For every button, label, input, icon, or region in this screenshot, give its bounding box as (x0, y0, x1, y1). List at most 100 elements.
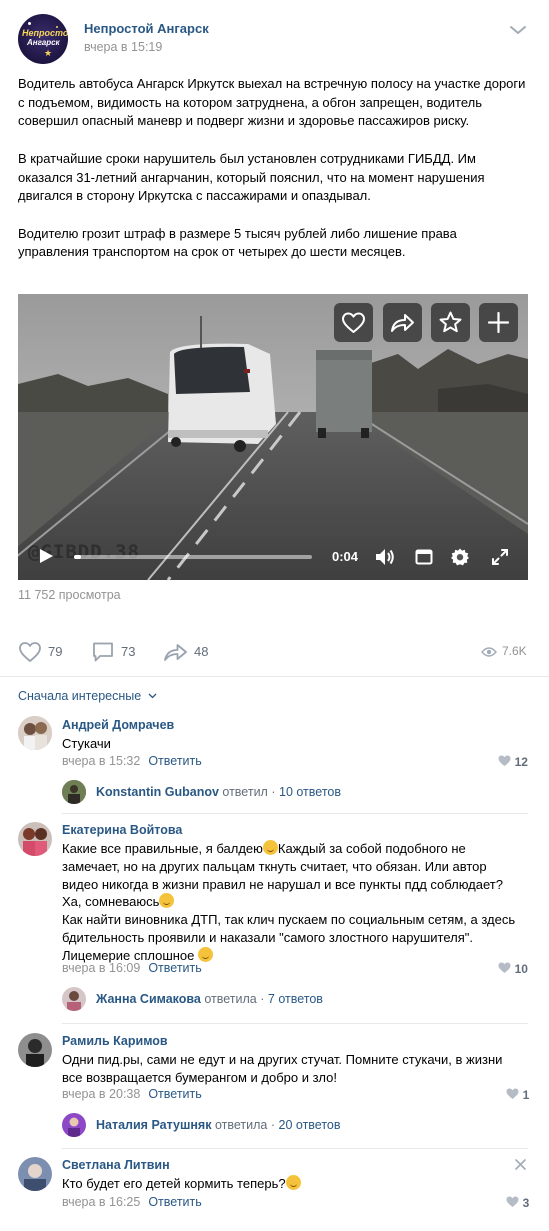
chevron-down-icon[interactable] (508, 22, 528, 38)
post-time[interactable]: вчера в 15:19 (84, 40, 162, 54)
video-progress-bar[interactable] (74, 555, 312, 559)
heart-outline-icon (19, 642, 41, 662)
share-button[interactable]: 48 (163, 640, 223, 664)
share-icon (391, 314, 414, 332)
reply-button[interactable]: Ответить (148, 961, 201, 975)
comment-like-button[interactable]: 10 (498, 961, 528, 976)
favorite-video-button[interactable] (431, 303, 470, 342)
divider (62, 813, 528, 814)
reply-button[interactable]: Ответить (148, 1195, 201, 1209)
post-text: Водитель автобуса Ангарск Иркутск выехал… (18, 75, 528, 281)
comment-text-line: Как найти виновника ДТП, так клич пускае… (62, 912, 516, 928)
close-icon[interactable] (515, 1159, 526, 1170)
avatar[interactable] (18, 1157, 52, 1191)
reply-author[interactable]: Жанна Симакова (96, 992, 201, 1006)
comment-like-button[interactable]: 1 (506, 1087, 529, 1102)
group-name-link[interactable]: Непростой Ангарск (84, 21, 209, 36)
reply-button[interactable]: Ответить (148, 1087, 201, 1101)
chevron-down-icon (148, 693, 157, 699)
comment-author[interactable]: Екатерина Войтова (62, 823, 182, 837)
volume-icon[interactable] (374, 547, 396, 567)
avatar-photo (62, 987, 86, 1011)
reply-action: ответила (214, 1118, 268, 1132)
comment-author[interactable]: Андрей Домрачев (62, 718, 174, 732)
comment-time[interactable]: вчера в 20:38 (62, 1087, 140, 1101)
comment-meta: вчера в 15:32 Ответить (62, 754, 202, 768)
video-player[interactable]: @GIBDD.38 0:04 (18, 294, 528, 580)
like-count: 79 (48, 644, 63, 659)
post-paragraph: В кратчайшие сроки нарушитель был устано… (18, 150, 485, 204)
divider (0, 676, 549, 677)
avatar[interactable] (62, 780, 86, 804)
comment-text-line: Одни пид.ры, сами не едут и на других ст… (62, 1052, 503, 1067)
reply-author[interactable]: Наталия Ратушняк (96, 1118, 211, 1132)
comment-text-line: Какие все правильные, я балдею (62, 841, 263, 856)
comment-like-button[interactable]: 3 (506, 1195, 529, 1210)
replies-summary[interactable]: Konstantin Gubanov ответил · 10 ответов (96, 785, 341, 799)
comment-text-line: видео никогда в жизни правил не нарушал … (62, 876, 503, 892)
comments-sort-dropdown[interactable]: Сначала интересные (18, 689, 157, 703)
comment-meta: вчера в 20:38 Ответить (62, 1087, 202, 1101)
comment-text: Одни пид.ры, сами не едут и на других ст… (62, 1051, 528, 1087)
replies-count-link[interactable]: 7 ответов (268, 992, 323, 1006)
replies-count-link[interactable]: 20 ответов (279, 1118, 341, 1132)
like-button[interactable]: 79 (18, 640, 78, 664)
comment-like-count: 1 (522, 1088, 530, 1102)
replies-summary[interactable]: Жанна Симакова ответила · 7 ответов (96, 992, 323, 1006)
comment-time[interactable]: вчера в 16:09 (62, 961, 140, 975)
share-count: 48 (194, 644, 209, 659)
divider (62, 1023, 528, 1024)
reply-author[interactable]: Konstantin Gubanov (96, 785, 219, 799)
settings-gear-icon[interactable] (450, 547, 470, 567)
avatar-photo (18, 822, 52, 856)
avatar-photo (18, 716, 52, 750)
grinning-emoji-icon (262, 840, 278, 855)
video-time: 0:04 (332, 549, 359, 564)
comment-text: Кто будет его детей кормить теперь? (62, 1175, 301, 1193)
star-icon (439, 311, 462, 333)
avatar[interactable] (18, 1033, 52, 1067)
avatar-photo (62, 1113, 86, 1137)
replies-count-link[interactable]: 10 ответов (279, 785, 341, 799)
reply-button[interactable]: Ответить (148, 754, 201, 768)
avatar[interactable] (62, 1113, 86, 1137)
replies-summary[interactable]: Наталия Ратушняк ответила · 20 ответов (96, 1118, 341, 1132)
share-video-button[interactable] (383, 303, 422, 342)
comment-meta: вчера в 16:25 Ответить (62, 1195, 202, 1209)
add-video-button[interactable] (479, 303, 518, 342)
avatar[interactable] (62, 987, 86, 1011)
video-views-count: 11 752 просмотра (18, 588, 121, 602)
miniplayer-icon[interactable] (415, 549, 433, 565)
comment-text: Стукачи (62, 736, 111, 751)
comment-text: Какие все правильные, я балдею Каждый за … (62, 840, 528, 965)
comment-icon (93, 642, 113, 662)
comment-author[interactable]: Светлана Литвин (62, 1158, 170, 1172)
comment-time[interactable]: вчера в 16:25 (62, 1195, 140, 1209)
views-count: 7.6K (502, 644, 527, 658)
comment-text-line: Каждый за собой подобного не (277, 841, 466, 856)
avatar-photo (18, 1033, 52, 1067)
plus-icon (487, 311, 510, 334)
comment-meta: вчера в 16:09 Ответить (62, 961, 202, 975)
comment-like-button[interactable]: 12 (498, 754, 528, 769)
play-icon[interactable] (38, 548, 54, 564)
fullscreen-icon[interactable] (491, 548, 509, 566)
avatar-photo (18, 1157, 52, 1191)
comment-button[interactable]: 73 (91, 640, 151, 664)
group-avatar[interactable]: Непростой Ангарск ★ (18, 14, 68, 64)
comment-author[interactable]: Рамиль Каримов (62, 1034, 168, 1048)
smirk-emoji-icon (159, 893, 175, 909)
heart-icon (506, 1196, 519, 1207)
like-video-button[interactable] (334, 303, 373, 342)
avatar[interactable] (18, 716, 52, 750)
share-arrow-icon (164, 644, 187, 661)
comment-text-line: Ха, сомневаюсь (62, 894, 160, 910)
comment-text-line: Кто будет его детей кормить теперь? (62, 1176, 286, 1191)
comments-sort-label: Сначала интересные (18, 689, 142, 703)
avatar[interactable] (18, 822, 52, 856)
comment-time[interactable]: вчера в 15:32 (62, 754, 140, 768)
heart-icon (498, 755, 511, 766)
reply-action: ответила (204, 992, 257, 1006)
reply-action: ответил (222, 785, 268, 799)
comment-like-count: 12 (514, 755, 528, 769)
